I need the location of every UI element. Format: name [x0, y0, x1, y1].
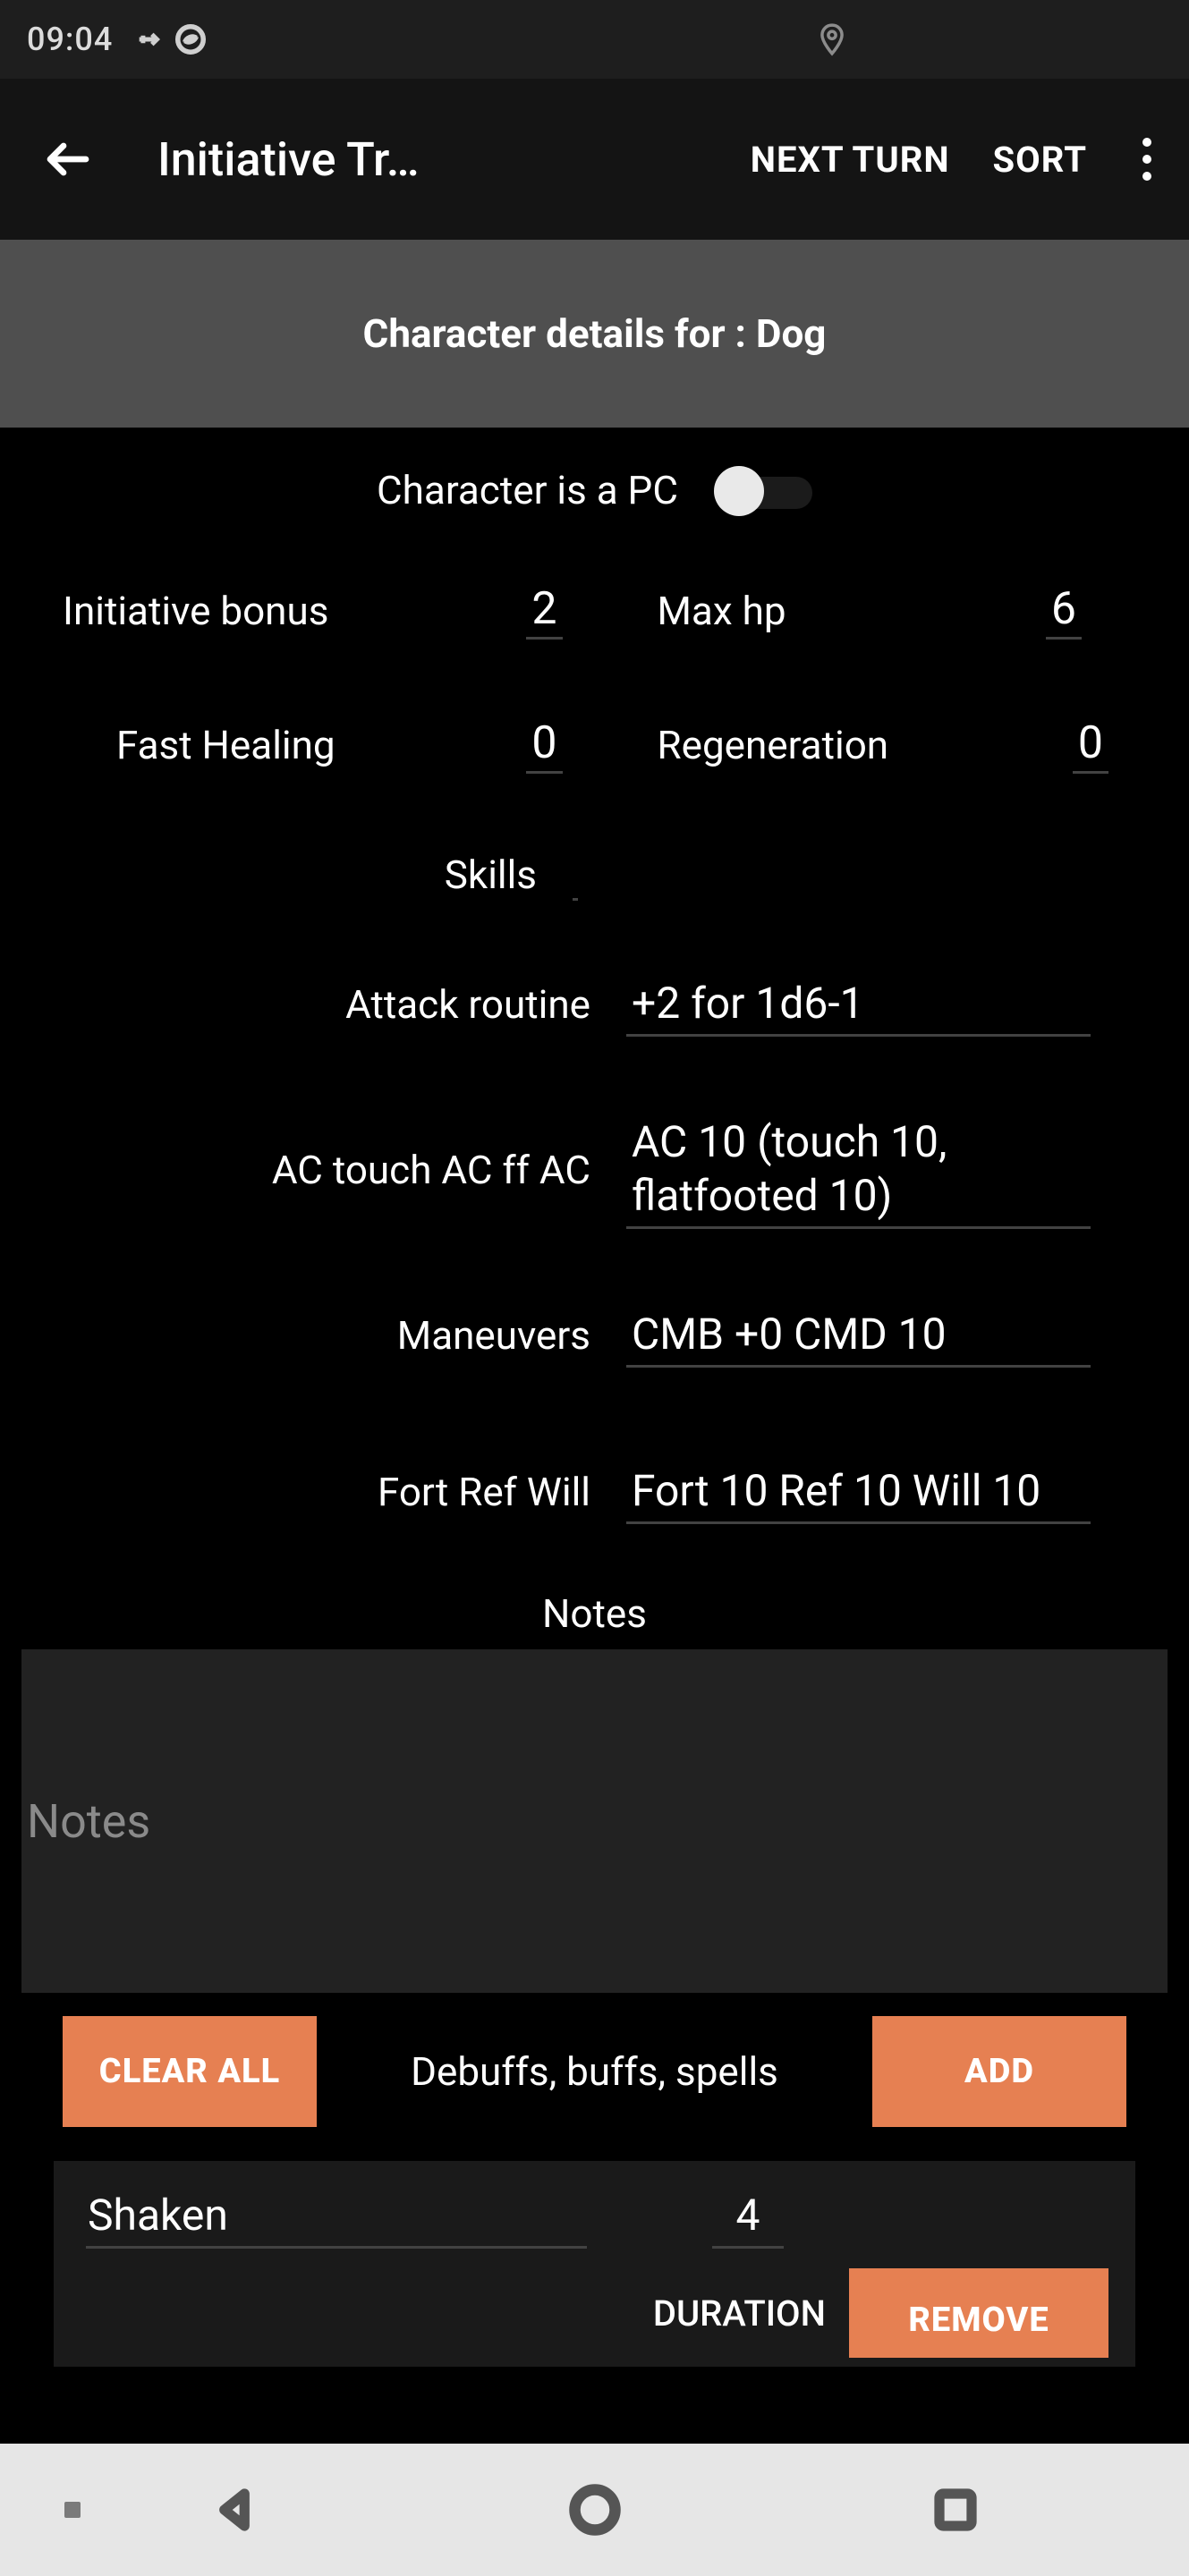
- notes-placeholder: Notes: [27, 1794, 150, 1849]
- regeneration-input[interactable]: 0: [1073, 717, 1108, 774]
- content-area: Character is a PC Initiative bonus 2 Max…: [0, 428, 1189, 2367]
- nav-indicator-icon: [64, 2502, 81, 2518]
- row-skills: Skills: [0, 812, 1189, 937]
- usb-icon: [134, 24, 165, 55]
- effect-duration-input[interactable]: 4: [712, 2184, 784, 2249]
- nav-back-button[interactable]: [205, 2480, 264, 2539]
- maneuvers-input[interactable]: CMB +0 CMD 10: [626, 1304, 1091, 1368]
- no-sync-icon: [174, 22, 208, 56]
- notes-heading: Notes: [0, 1581, 1189, 1642]
- row-ac: AC touch AC ff AC AC 10 (touch 10, flatf…: [0, 1072, 1189, 1268]
- nav-home-button[interactable]: [565, 2480, 624, 2539]
- ac-label: AC touch AC ff AC: [0, 1147, 626, 1193]
- max-hp-input[interactable]: 6: [1046, 583, 1082, 640]
- saves-label: Fort Ref Will: [0, 1469, 626, 1515]
- app-bar: Initiative Tr… NEXT TURN SORT: [0, 79, 1189, 240]
- buffs-toolbar: CLEAR ALL Debuffs, buffs, spells ADD: [0, 2016, 1189, 2127]
- pc-toggle-switch[interactable]: [714, 466, 812, 514]
- row-heal-regen: Fast Healing 0 Regeneration 0: [0, 678, 1189, 812]
- initiative-bonus-label: Initiative bonus: [63, 588, 328, 634]
- pc-toggle-row: Character is a PC: [0, 436, 1189, 544]
- back-button[interactable]: [32, 123, 104, 195]
- skills-input[interactable]: [573, 849, 578, 901]
- regeneration-label: Regeneration: [658, 722, 889, 768]
- effect-duration-label: DURATION: [653, 2292, 826, 2334]
- attack-routine-label: Attack routine: [0, 981, 626, 1028]
- max-hp-label: Max hp: [658, 588, 786, 634]
- clear-all-button[interactable]: CLEAR ALL: [63, 2016, 317, 2127]
- android-nav-bar: [0, 2444, 1189, 2576]
- status-time: 09:04: [27, 21, 113, 58]
- row-saves: Fort Ref Will Fort 10 Ref 10 Will 10: [0, 1402, 1189, 1581]
- saves-input[interactable]: Fort 10 Ref 10 Will 10: [626, 1461, 1091, 1524]
- notes-input[interactable]: Notes: [21, 1649, 1168, 1993]
- overflow-menu-button[interactable]: [1130, 129, 1164, 190]
- row-maneuvers: Maneuvers CMB +0 CMD 10: [0, 1268, 1189, 1402]
- fast-healing-input[interactable]: 0: [526, 717, 562, 774]
- row-init-hp: Initiative bonus 2 Max hp 6: [0, 544, 1189, 678]
- effect-name-input[interactable]: Shaken: [86, 2184, 587, 2249]
- character-details-label: Character details for : Dog: [363, 310, 827, 357]
- location-icon: [815, 22, 849, 56]
- skills-label: Skills: [0, 852, 573, 898]
- fast-healing-label: Fast Healing: [116, 722, 335, 768]
- status-bar: 09:04: [0, 0, 1189, 79]
- buffs-label: Debuffs, buffs, spells: [352, 2048, 837, 2095]
- nav-recents-button[interactable]: [926, 2480, 985, 2539]
- page-title: Initiative Tr…: [157, 132, 420, 187]
- effect-card: Shaken 4 DURATION REMOVE: [54, 2161, 1135, 2367]
- sort-button[interactable]: SORT: [993, 139, 1087, 181]
- initiative-bonus-input[interactable]: 2: [526, 583, 562, 640]
- row-attack: Attack routine +2 for 1d6-1: [0, 937, 1189, 1072]
- pc-toggle-label: Character is a PC: [377, 467, 678, 513]
- add-button[interactable]: ADD: [872, 2016, 1126, 2127]
- ac-input[interactable]: AC 10 (touch 10, flatfooted 10): [626, 1112, 1091, 1229]
- attack-routine-input[interactable]: +2 for 1d6-1: [626, 973, 1091, 1037]
- character-details-header: Character details for : Dog: [0, 240, 1189, 428]
- remove-button[interactable]: REMOVE: [849, 2268, 1108, 2358]
- next-turn-button[interactable]: NEXT TURN: [751, 139, 950, 181]
- maneuvers-label: Maneuvers: [0, 1312, 626, 1359]
